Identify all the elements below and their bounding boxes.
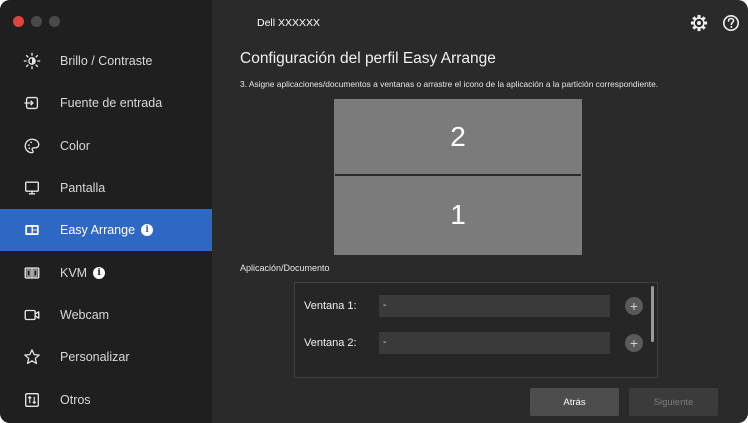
window-controls: [13, 16, 60, 27]
sidebar-item-input-source[interactable]: Fuente de entrada: [0, 82, 212, 124]
monitor-icon: [22, 178, 42, 198]
window-1-field[interactable]: -: [379, 295, 610, 317]
input-source-icon: [22, 93, 42, 113]
page-title: Configuración del perfil Easy Arrange: [240, 50, 496, 67]
star-icon: [22, 347, 42, 367]
window-assignment-list: Ventana 1: - + Ventana 2: - +: [294, 282, 658, 378]
sidebar-item-color[interactable]: Color: [0, 125, 212, 167]
window-2-field[interactable]: -: [379, 332, 610, 354]
sidebar-item-label: KVM: [60, 265, 88, 280]
sidebar-item-label: Easy Arrange: [60, 223, 136, 238]
zoom-window-button[interactable]: [49, 16, 60, 27]
webcam-icon: [22, 305, 42, 325]
add-icon[interactable]: +: [625, 334, 643, 352]
sidebar-item-personalize[interactable]: Personalizar: [0, 336, 212, 378]
instruction-text: 3. Asigne aplicaciones/documentos a vent…: [240, 79, 659, 89]
info-icon[interactable]: i: [141, 224, 154, 237]
partition-2[interactable]: 2: [335, 100, 581, 176]
partition-1[interactable]: 1: [335, 176, 581, 254]
sidebar-item-others[interactable]: Otros: [0, 378, 212, 420]
next-button[interactable]: Siguiente: [629, 388, 718, 416]
sidebar-item-label: Personalizar: [60, 350, 130, 365]
sidebar-item-easy-arrange[interactable]: Easy Arrange i: [0, 209, 212, 252]
list-item: Ventana 1: - +: [295, 293, 659, 319]
sidebar-item-brightness-contrast[interactable]: Brillo / Contraste: [0, 40, 212, 82]
sidebar-item-webcam[interactable]: Webcam: [0, 294, 212, 336]
easy-arrange-icon: [22, 220, 42, 240]
close-window-button[interactable]: [13, 16, 24, 27]
window-label: Ventana 2:: [304, 337, 357, 349]
window-label: Ventana 1:: [304, 300, 357, 312]
brightness-icon: [22, 51, 42, 71]
minimize-window-button[interactable]: [31, 16, 42, 27]
sidebar: Brillo / Contraste Fuente de entrada Col…: [0, 0, 212, 423]
app-document-label: Aplicación/Documento: [240, 263, 330, 273]
device-name: Dell XXXXXX: [257, 17, 321, 29]
back-button[interactable]: Atrás: [530, 388, 619, 416]
others-icon: [22, 390, 42, 410]
sidebar-item-label: Fuente de entrada: [60, 96, 163, 111]
main-content: Dell XXXXXX Configuración del perfil Eas…: [212, 0, 748, 423]
sidebar-item-label: Otros: [60, 392, 91, 407]
scrollbar[interactable]: [651, 286, 654, 342]
help-icon[interactable]: [722, 14, 740, 32]
app-window: Brillo / Contraste Fuente de entrada Col…: [0, 0, 748, 423]
sidebar-nav: Brillo / Contraste Fuente de entrada Col…: [0, 40, 212, 421]
partition-layout: 2 1: [334, 99, 582, 255]
color-palette-icon: [22, 136, 42, 156]
add-icon[interactable]: +: [625, 297, 643, 315]
kvm-icon: [22, 263, 42, 283]
sidebar-item-label: Pantalla: [60, 181, 106, 196]
sidebar-item-kvm[interactable]: KVM i: [0, 251, 212, 293]
info-icon[interactable]: i: [93, 266, 106, 279]
sidebar-item-label: Brillo / Contraste: [60, 54, 153, 69]
list-item: Ventana 2: - +: [295, 330, 659, 356]
sidebar-item-label: Webcam: [60, 307, 110, 322]
sidebar-item-label: Color: [60, 138, 90, 153]
gear-icon[interactable]: [690, 14, 708, 32]
sidebar-item-display[interactable]: Pantalla: [0, 167, 212, 209]
